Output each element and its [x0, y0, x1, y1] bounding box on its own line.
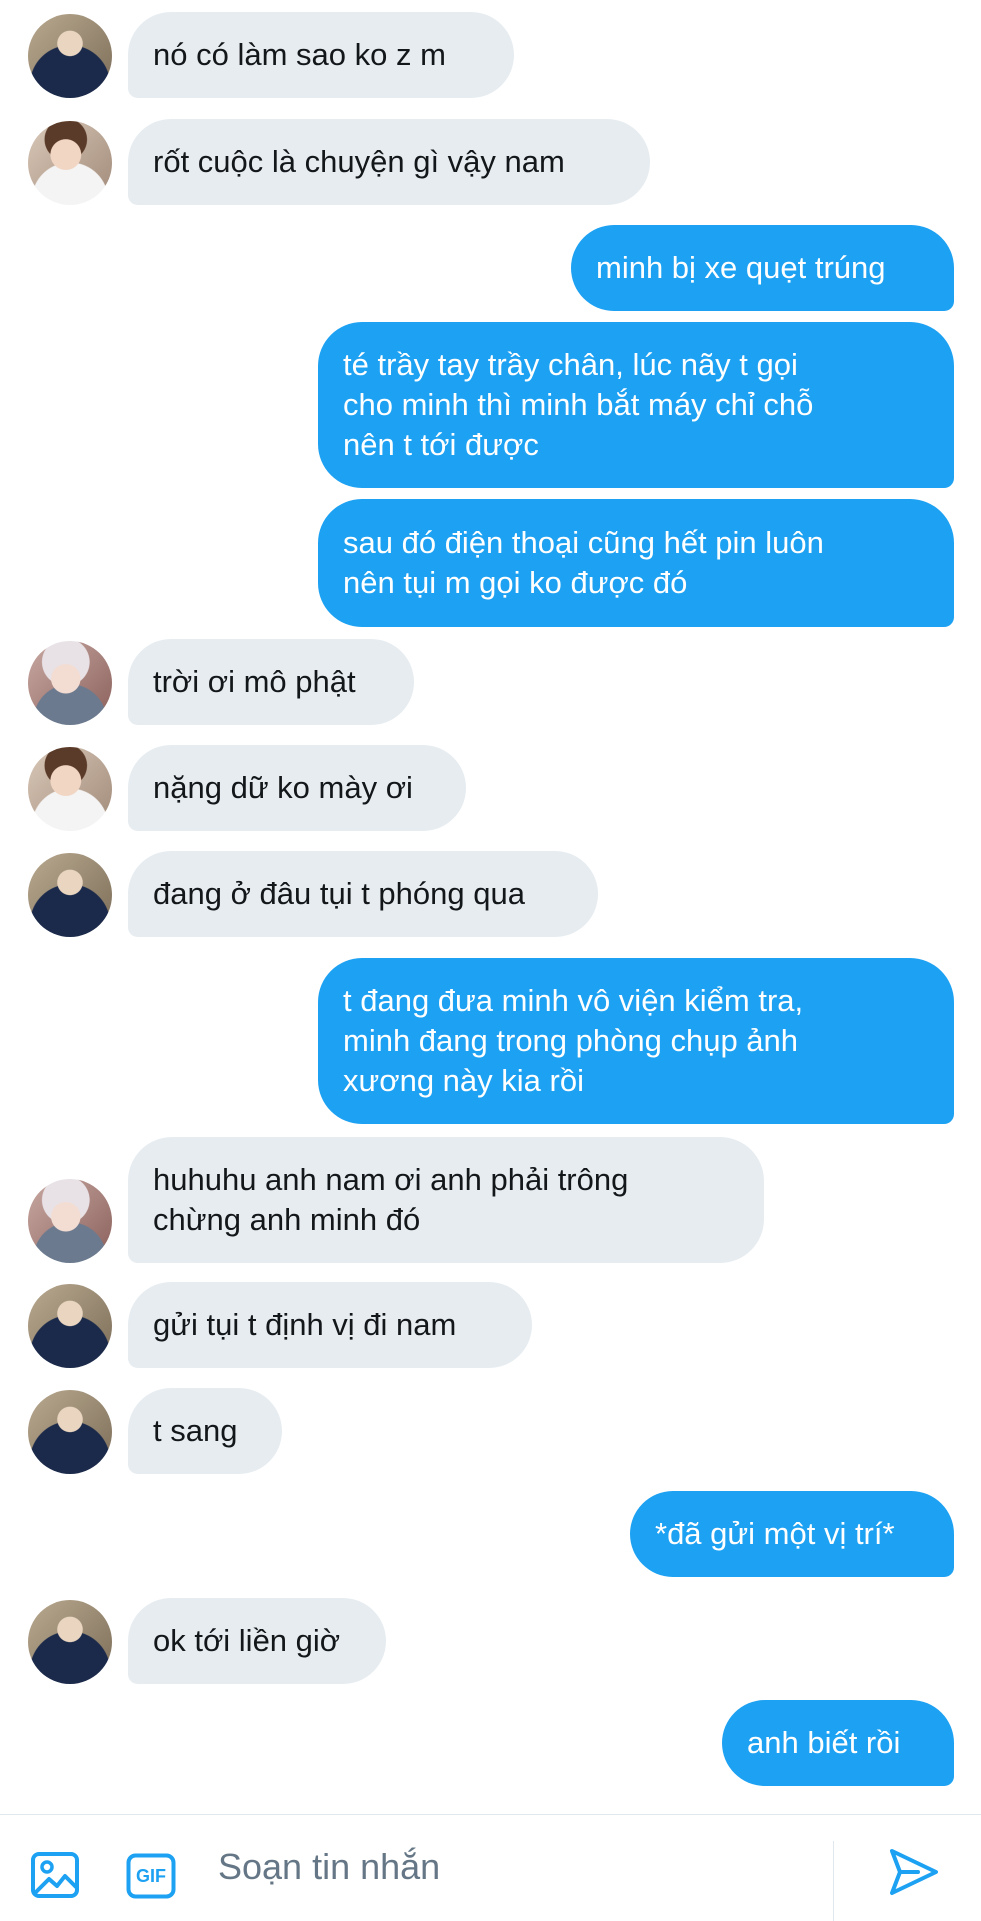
send-icon[interactable]	[888, 1847, 940, 1897]
incoming-message: ok tới liền giờ	[128, 1598, 386, 1684]
avatar[interactable]	[28, 747, 112, 831]
incoming-message: t sang	[128, 1388, 282, 1474]
outgoing-message: *đã gửi một vị trí*	[630, 1491, 954, 1577]
incoming-message: huhuhu anh nam ơi anh phải trông chừng a…	[128, 1137, 764, 1263]
avatar[interactable]	[28, 1600, 112, 1684]
message-composer: GIF	[0, 1814, 981, 1921]
outgoing-message: anh biết rồi	[722, 1700, 954, 1786]
avatar[interactable]	[28, 641, 112, 725]
outgoing-message: té trầy tay trầy chân, lúc nãy t gọi cho…	[318, 322, 954, 488]
gif-button[interactable]: GIF	[126, 1853, 176, 1899]
incoming-message: nặng dữ ko mày ơi	[128, 745, 466, 831]
avatar[interactable]	[28, 14, 112, 98]
incoming-message: rốt cuộc là chuyện gì vậy nam	[128, 119, 650, 205]
gif-label: GIF	[136, 1866, 166, 1886]
incoming-message: nó có làm sao ko z m	[128, 12, 514, 98]
incoming-message: trời ơi mô phật	[128, 639, 414, 725]
avatar[interactable]	[28, 1284, 112, 1368]
avatar[interactable]	[28, 1390, 112, 1474]
incoming-message: đang ở đâu tụi t phóng qua	[128, 851, 598, 937]
composer-divider	[833, 1841, 834, 1921]
message-input[interactable]	[218, 1839, 798, 1895]
incoming-message: gửi tụi t định vị đi nam	[128, 1282, 532, 1368]
outgoing-message: minh bị xe quẹt trúng	[571, 225, 954, 311]
image-icon[interactable]	[30, 1851, 80, 1899]
avatar[interactable]	[28, 853, 112, 937]
avatar[interactable]	[28, 121, 112, 205]
avatar[interactable]	[28, 1179, 112, 1263]
outgoing-message: sau đó điện thoại cũng hết pin luôn nên …	[318, 499, 954, 627]
outgoing-message: t đang đưa minh vô viện kiểm tra, minh đ…	[318, 958, 954, 1124]
